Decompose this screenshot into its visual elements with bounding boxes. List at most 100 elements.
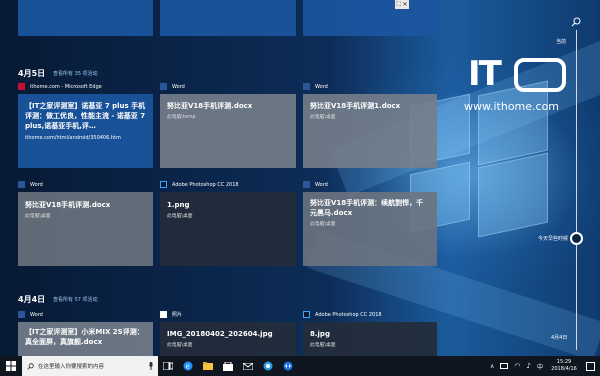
card-title: IMG_20180402_202604.jpg <box>167 330 273 338</box>
app-name: 照片 <box>172 312 183 318</box>
card-title: 努比亚V18手机评测1.docx <box>310 102 401 110</box>
app-name: Word <box>315 83 328 90</box>
card-title: 努比亚V18手机评测.docx <box>25 201 111 209</box>
activity-card[interactable] <box>160 0 296 36</box>
system-tray: ∧ ◠ ♪ 中 15:29 2018/4/16 <box>490 356 600 376</box>
word-icon <box>303 181 310 188</box>
word-icon <box>18 181 25 188</box>
photoshop-icon <box>160 181 167 188</box>
taskbar-search-input[interactable]: 在这里输入你要搜索的内容 <box>22 356 158 376</box>
task-view-icon <box>163 362 173 370</box>
card-location: 此电脑\桌面 <box>25 214 51 219</box>
card-url: ithome.com/html/android/350406.htm <box>25 135 121 141</box>
activity-card[interactable] <box>18 0 153 36</box>
timeline-slider-handle[interactable] <box>570 232 583 245</box>
ithome-watermark: IT www.ithome.com <box>462 54 572 124</box>
input-method-icon[interactable]: 中 <box>537 362 543 371</box>
search-icon <box>27 362 34 370</box>
task-view-button[interactable] <box>158 356 178 376</box>
app-name: Adobe Photoshop CC 2018 <box>172 181 239 188</box>
card-location: 此电脑\桌面 <box>310 115 336 120</box>
teamviewer-icon <box>283 361 293 371</box>
clock-date: 2018/4/16 <box>551 366 577 372</box>
word-icon <box>18 311 25 318</box>
card-location: 此电脑\桌面 <box>310 343 336 348</box>
clock[interactable]: 15:29 2018/4/16 <box>547 359 581 373</box>
photoshop-icon <box>303 311 310 318</box>
timeline-label-date: 4月4日 <box>551 335 568 341</box>
card-app-header: Word <box>18 310 43 319</box>
activity-card-word[interactable]: 【IT之家评测室】小米MIX 2S评测：真全面屏，真旗舰.docx <box>18 322 153 356</box>
explorer-taskbar-button[interactable] <box>198 356 218 376</box>
wifi-icon[interactable]: ◠ <box>514 362 520 370</box>
clock-time: 15:29 <box>556 359 572 365</box>
qq-taskbar-button[interactable] <box>258 356 278 376</box>
teamviewer-taskbar-button[interactable] <box>278 356 298 376</box>
timeline-label-earlier: 今天早些时候 <box>538 236 569 242</box>
store-taskbar-button[interactable] <box>218 356 238 376</box>
activity-card-photoshop[interactable]: 1.png 此电脑\桌面 <box>160 192 296 266</box>
timeline-scrollbar[interactable] <box>576 30 577 350</box>
card-title: 努比亚V18手机评测：续航剽悍，千元黑马.docx <box>310 199 424 217</box>
store-icon <box>223 361 233 371</box>
activity-card-word[interactable]: 努比亚V18手机评测1.docx 此电脑\桌面 <box>303 94 437 168</box>
card-app-header: Word <box>303 180 328 189</box>
folder-icon <box>203 362 213 370</box>
card-location: 此电脑\桌面 <box>167 214 193 219</box>
ithome-logo-text: IT <box>468 54 502 94</box>
card-app-header: 照片 <box>160 310 182 319</box>
app-name: Word <box>315 181 328 188</box>
activity-card-photoshop[interactable]: 8.jpg 此电脑\桌面 <box>303 322 437 356</box>
card-app-header: Word <box>303 82 328 91</box>
notification-icon[interactable] <box>586 361 595 371</box>
ithome-logo-mark <box>514 58 566 92</box>
activity-card-word[interactable]: 努比亚V18手机评测.docx 此电脑\桌面 <box>18 192 153 266</box>
search-icon[interactable] <box>571 17 581 27</box>
date-header: 4月4日 <box>18 295 46 304</box>
start-button[interactable] <box>0 356 22 376</box>
edge-icon: e <box>183 361 193 371</box>
app-name: Adobe Photoshop CC 2018 <box>315 311 382 318</box>
activity-card-word[interactable]: 努比亚V18手机评测.docx 此电脑\temp <box>160 94 296 168</box>
edge-taskbar-button[interactable]: e <box>178 356 198 376</box>
photos-icon <box>160 311 167 318</box>
it-icon <box>18 83 25 90</box>
date-header: 4月5日 <box>18 69 46 78</box>
app-name: Word <box>30 311 43 318</box>
taskbar: 在这里输入你要搜索的内容 e ∧ ◠ ♪ 中 15:29 2018/4/16 <box>0 356 600 376</box>
desktop-background: IT www.ithome.com ⛶ ✕ 4月5日 查看所有 35 项活动 i… <box>0 0 600 356</box>
card-app-header: Word <box>18 180 43 189</box>
card-app-header: Adobe Photoshop CC 2018 <box>160 180 239 189</box>
see-all-activities-link[interactable]: 查看所有 35 项活动 <box>53 70 98 77</box>
activity-card[interactable] <box>303 0 437 36</box>
search-placeholder: 在这里输入你要搜索的内容 <box>38 364 105 370</box>
app-name: Word <box>172 83 185 90</box>
activity-card-edge[interactable]: 【IT之家评测室】诺基亚 7 plus 手机评测：做工优良，性能主流 - 诺基亚… <box>18 94 153 168</box>
word-icon <box>303 83 310 90</box>
card-title: 努比亚V18手机评测.docx <box>167 102 253 110</box>
card-title: 【IT之家评测室】诺基亚 7 plus 手机评测：做工优良，性能主流 - 诺基亚… <box>25 102 146 130</box>
battery-icon[interactable] <box>500 363 509 369</box>
app-name: ithome.com - Microsoft Edge <box>30 83 102 90</box>
card-location: 此电脑\桌面 <box>167 343 193 348</box>
app-name: Word <box>30 181 43 188</box>
card-location: 此电脑\桌面 <box>310 222 336 227</box>
chevron-up-icon[interactable]: ∧ <box>490 363 494 370</box>
activity-card-word[interactable]: 努比亚V18手机评测：续航剽悍，千元黑马.docx 此电脑\桌面 <box>303 192 437 266</box>
card-app-header: ithome.com - Microsoft Edge <box>18 82 102 91</box>
card-location: 此电脑\temp <box>167 115 196 120</box>
see-all-activities-link[interactable]: 查看所有 57 项活动 <box>53 296 98 303</box>
card-app-header: Word <box>160 82 185 91</box>
card-title: 8.jpg <box>310 330 330 338</box>
microphone-icon[interactable] <box>148 362 154 370</box>
qq-icon <box>263 361 273 371</box>
ithome-url: www.ithome.com <box>464 100 560 113</box>
volume-icon[interactable]: ♪ <box>527 362 531 370</box>
activity-card-photos[interactable]: IMG_20180402_202604.jpg 此电脑\桌面 <box>160 322 296 356</box>
window-controls[interactable]: ⛶ ✕ <box>395 0 409 9</box>
svg-text:e: e <box>186 363 190 371</box>
card-app-header: Adobe Photoshop CC 2018 <box>303 310 382 319</box>
word-icon <box>160 83 167 90</box>
card-title: 1.png <box>167 201 190 209</box>
mail-taskbar-button[interactable] <box>238 356 258 376</box>
